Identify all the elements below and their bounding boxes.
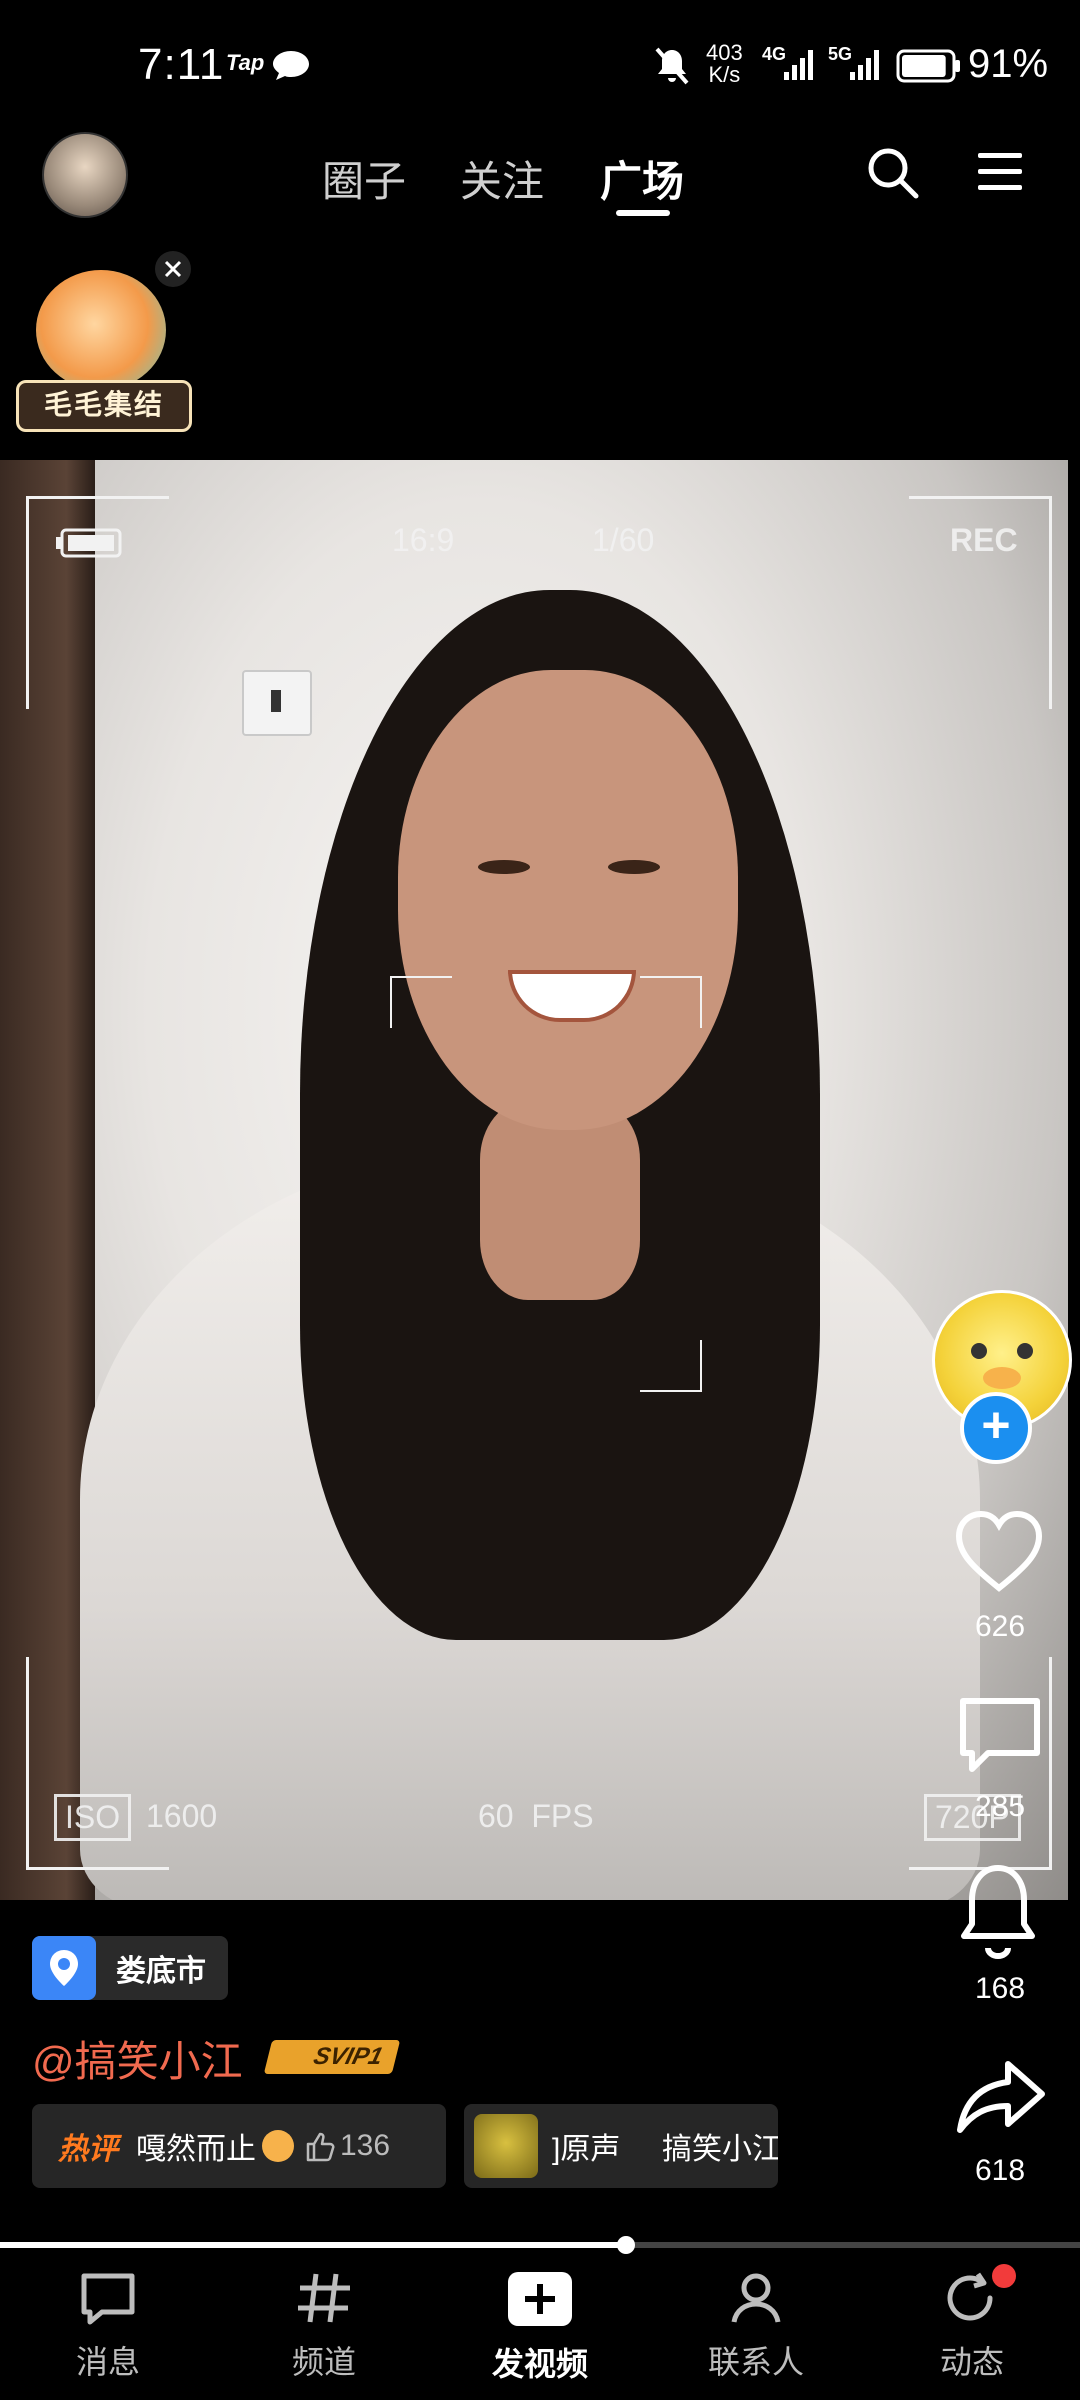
like-heart-icon[interactable] — [954, 1510, 1044, 1594]
nav-label: 联系人 — [707, 2344, 804, 2380]
nav-contacts[interactable]: 联系人 — [676, 2270, 836, 2383]
location-pin-icon — [32, 1936, 96, 2000]
message-icon — [81, 2273, 135, 2325]
focus-corner — [390, 976, 452, 1028]
wall-switch — [242, 670, 312, 736]
comment-count: 285 — [974, 1790, 1026, 1823]
progress-knob[interactable] — [617, 2236, 636, 2254]
follow-button[interactable]: + — [960, 1392, 1032, 1464]
music-chip[interactable]: ]原声 搞笑小江 — [464, 2104, 778, 2188]
nav-label: 频道 — [291, 2344, 356, 2380]
message-notification-icon — [273, 51, 309, 80]
location-text: 娄底市 — [116, 1955, 206, 1988]
nav-channels[interactable]: 频道 — [244, 2270, 404, 2383]
add-video-icon — [508, 2272, 572, 2326]
nav-post-video[interactable]: 发视频 — [460, 2270, 620, 2385]
music-text: ]原声 搞笑小江 — [552, 2133, 778, 2166]
favorite-bell-icon[interactable] — [960, 1862, 1036, 1962]
nav-label: 消息 — [75, 2344, 140, 2380]
video-player[interactable]: 16:9 1/60 REC ISO 1600 60 FPS 720P — [0, 460, 1068, 1900]
hot-comment-text: 嘎然而止 — [136, 2133, 256, 2166]
emoji-icon — [262, 2130, 294, 2162]
vf-aspect: 16:9 — [392, 522, 455, 558]
notification-dot — [992, 2264, 1016, 2288]
favorite-count: 168 — [974, 1972, 1026, 2005]
share-count: 618 — [974, 2154, 1026, 2187]
event-sticker[interactable]: 毛毛集结 — [12, 262, 192, 436]
person-face — [398, 670, 738, 1130]
menu-icon[interactable] — [976, 150, 1024, 194]
signal-5g-icon — [850, 50, 879, 80]
status-time: 7:11 — [138, 40, 225, 89]
hot-label: 热评 — [58, 2133, 118, 2166]
focus-corner — [640, 976, 702, 1028]
like-count: 626 — [974, 1610, 1026, 1643]
vf-fps: 60 FPS — [478, 1798, 594, 1834]
nav-messages[interactable]: 消息 — [28, 2270, 188, 2383]
hot-comment-likes: 136 — [340, 2129, 391, 2162]
user-avatar[interactable] — [42, 132, 128, 218]
hashtag-icon — [298, 2273, 350, 2323]
thumb-up-icon — [306, 2132, 335, 2162]
share-arrow-icon[interactable] — [956, 2058, 1046, 2134]
author-name[interactable]: @搞笑小江 — [32, 2028, 243, 2089]
sticker-label: 毛毛集结 — [16, 380, 192, 432]
nav-label: 动态 — [939, 2344, 1004, 2380]
hot-comment-chip[interactable]: 热评 嘎然而止 136 — [32, 2104, 446, 2188]
nav-activity[interactable]: 动态 — [892, 2270, 1052, 2383]
person-neck — [480, 1100, 640, 1300]
battery-percent: 91% — [968, 42, 1049, 86]
search-icon[interactable] — [866, 146, 920, 200]
tab-square[interactable]: 广场 — [600, 148, 684, 209]
vf-battery-icon — [56, 528, 122, 558]
tap-app-icon: Tap — [226, 50, 265, 75]
active-tab-indicator — [616, 210, 670, 216]
vf-iso-label: ISO — [54, 1794, 132, 1841]
vf-iso-value: 1600 — [146, 1798, 218, 1834]
vip-badge-label: SVIP1 — [310, 2043, 386, 2070]
net-speed: 403 K/s — [706, 40, 743, 87]
mute-bell-icon — [655, 47, 689, 85]
vf-rec: REC — [950, 522, 1018, 558]
contacts-person-icon — [731, 2273, 781, 2323]
tab-following[interactable]: 关注 — [460, 148, 544, 209]
vip-badge: SVIP1 — [263, 2040, 401, 2074]
signal-4g-icon — [784, 50, 813, 80]
tab-circle[interactable]: 圈子 — [322, 148, 406, 209]
battery-icon — [896, 49, 960, 83]
vf-shutter: 1/60 — [592, 522, 655, 558]
comment-icon[interactable] — [958, 1696, 1042, 1776]
music-cover — [474, 2114, 538, 2178]
sticker-mascot — [36, 270, 166, 390]
progress-fill — [0, 2242, 627, 2248]
focus-corner — [640, 1340, 702, 1392]
close-icon[interactable] — [154, 250, 192, 288]
nav-label: 发视频 — [491, 2346, 588, 2382]
location-chip[interactable]: 娄底市 — [32, 1936, 228, 2000]
